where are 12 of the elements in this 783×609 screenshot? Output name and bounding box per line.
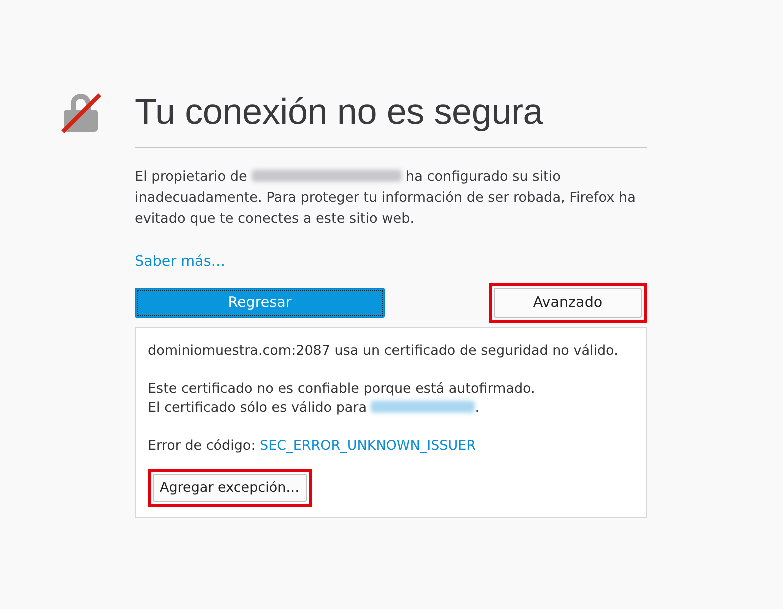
learn-more-link[interactable]: Saber más… — [135, 254, 226, 270]
add-exception-button[interactable]: Agregar excepción… — [153, 474, 307, 502]
broken-lock-icon — [60, 92, 102, 134]
page-title: Tu conexión no es segura — [135, 90, 544, 134]
certificate-message: dominiomuestra.com:2087 usa un certificado de seguridad no válido. — [148, 342, 620, 361]
intro-text: El propietario de ha configurado su sitio inadecuadamente. Para proteger tu información de ser robada, Firefox ha evitado que te conectes a este sitio web. — [135, 168, 637, 230]
go-back-button[interactable]: Regresar — [135, 288, 385, 318]
advanced-button[interactable]: Avanzado — [494, 288, 642, 318]
validity-text: El certificado sólo es válido para . — [148, 398, 481, 418]
error-code-label: Error de código: — [148, 438, 256, 454]
error-code-link[interactable]: SEC_ERROR_UNKNOWN_ISSUER — [260, 438, 476, 454]
self-signed-message: Este certificado no es confiable porque está autofirmado. — [148, 380, 536, 399]
